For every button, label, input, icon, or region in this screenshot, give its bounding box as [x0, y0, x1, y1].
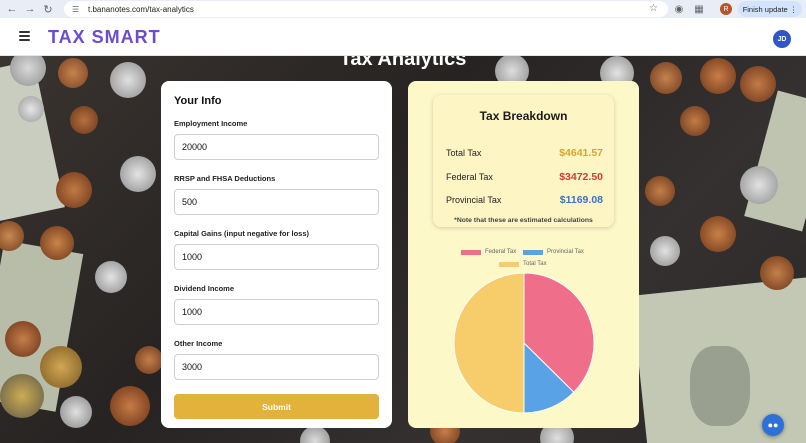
coin	[300, 426, 330, 443]
provincial-tax-value: $1169.08	[559, 194, 603, 206]
legend-federal-tax[interactable]: Federal Tax	[461, 249, 516, 255]
coin	[700, 216, 736, 252]
tax-breakdown-card: Tax Breakdown Total Tax $4641.57 Federal…	[433, 95, 614, 227]
banknote-portrait	[690, 346, 750, 426]
capital-gains-input[interactable]: 1000	[174, 244, 379, 270]
reload-icon[interactable]: ↻	[39, 0, 57, 18]
federal-tax-value: $3472.50	[559, 171, 603, 183]
browser-toolbar: ← → ↻ ☰ t.banano​tes.com/tax-analytics ☆…	[0, 0, 806, 18]
coin	[645, 176, 675, 206]
dividend-income-label: Dividend Income	[174, 284, 235, 293]
forward-icon[interactable]: →	[21, 0, 39, 18]
brand-logo[interactable]: TAX SMART	[48, 27, 161, 48]
pie-slice-total-tax[interactable]	[453, 272, 525, 414]
back-icon[interactable]: ←	[3, 0, 21, 18]
total-tax-value: $4641.57	[559, 147, 603, 159]
provincial-tax-label: Provincial Tax	[446, 195, 502, 205]
money-background: Tax Analytics	[0, 56, 806, 443]
legend-swatch	[523, 249, 543, 255]
coin	[120, 156, 156, 192]
your-info-card: Your Info Employment Income 20000 RRSP a…	[161, 81, 392, 428]
coin	[760, 256, 794, 290]
coin	[110, 386, 150, 426]
your-info-title: Your Info	[174, 95, 222, 107]
tax-breakdown-title: Tax Breakdown	[479, 109, 568, 123]
coin	[680, 106, 710, 136]
employment-income-label: Employment Income	[174, 119, 248, 128]
legend-label: Provincial Tax	[547, 249, 584, 255]
coin	[95, 261, 127, 293]
coin	[740, 66, 776, 102]
legend-swatch	[499, 261, 519, 267]
legend-swatch	[461, 249, 481, 255]
other-income-label: Other Income	[174, 339, 223, 348]
total-tax-row: Total Tax $4641.57	[446, 147, 603, 159]
profile-avatar[interactable]: R	[720, 3, 732, 15]
menu-icon[interactable]	[19, 31, 30, 41]
bookmark-star-icon[interactable]: ☆	[649, 3, 658, 14]
coin	[40, 226, 74, 260]
address-bar[interactable]: ☰ t.banano​tes.com/tax-analytics ☆	[64, 1, 668, 17]
federal-tax-row: Federal Tax $3472.50	[446, 171, 603, 183]
coin	[18, 96, 44, 122]
coin	[135, 346, 163, 374]
coin	[70, 106, 98, 134]
tax-breakdown-panel: Tax Breakdown Total Tax $4641.57 Federal…	[408, 81, 639, 428]
total-tax-label: Total Tax	[446, 148, 482, 158]
coin	[650, 236, 680, 266]
finish-update-button[interactable]: Finish update ⋮	[738, 1, 802, 17]
employment-income-input[interactable]: 20000	[174, 134, 379, 160]
puzzle-extensions-icon[interactable]: ▦	[692, 2, 706, 16]
user-avatar[interactable]: JD	[773, 30, 791, 48]
other-income-input[interactable]: 3000	[174, 354, 379, 380]
page-title: Tax Analytics	[339, 56, 467, 70]
tax-pie-chart	[453, 272, 595, 414]
rrsp-fhsa-input[interactable]: 500	[174, 189, 379, 215]
submit-button[interactable]: Submit	[174, 394, 379, 419]
extension-icon[interactable]: ◉	[672, 2, 686, 16]
legend-provincial-tax[interactable]: Provincial Tax	[523, 249, 584, 255]
provincial-tax-row: Provincial Tax $1169.08	[446, 194, 603, 206]
app-header: TAX SMART JD	[0, 18, 806, 56]
site-settings-icon[interactable]: ☰	[72, 5, 82, 14]
coin	[0, 374, 44, 418]
legend-label: Total Tax	[523, 261, 547, 267]
coin	[5, 321, 41, 357]
coin	[56, 172, 92, 208]
legend-total-tax[interactable]: Total Tax	[499, 261, 547, 267]
finish-update-label: Finish update	[742, 4, 788, 14]
estimate-note: *Note that these are estimated calculati…	[454, 217, 593, 224]
legend-label: Federal Tax	[485, 249, 517, 255]
rrsp-fhsa-label: RRSP and FHSA Deductions	[174, 174, 276, 183]
chat-bubble-icon[interactable]: ●●	[762, 414, 784, 436]
coin	[40, 346, 82, 388]
coin	[60, 396, 92, 428]
banknote	[744, 90, 806, 232]
capital-gains-label: Capital Gains (input negative for loss)	[174, 229, 310, 238]
coin	[740, 166, 778, 204]
dividend-income-input[interactable]: 1000	[174, 299, 379, 325]
federal-tax-label: Federal Tax	[446, 172, 493, 182]
url-text: t.banano​tes.com/tax-analytics	[88, 4, 194, 14]
